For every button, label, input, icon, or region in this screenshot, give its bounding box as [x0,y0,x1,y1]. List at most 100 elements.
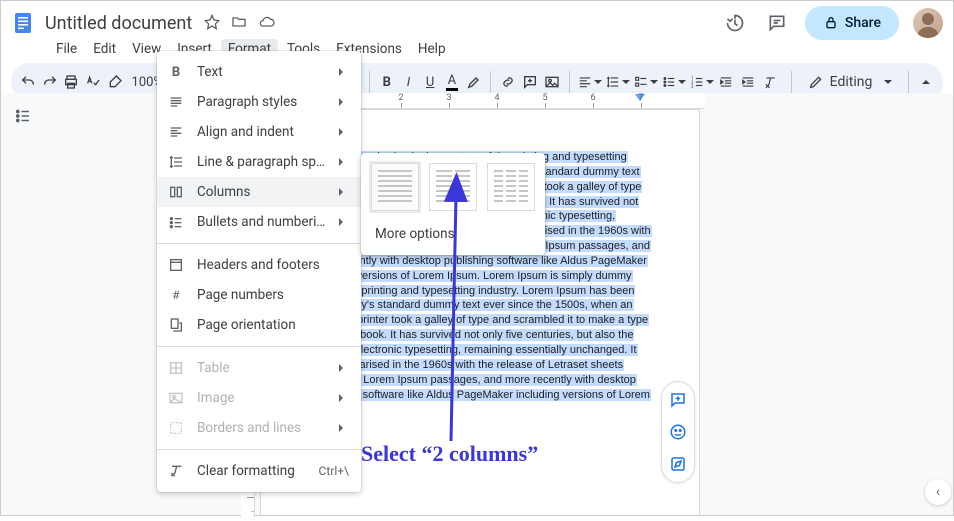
paragraph-icon [167,93,185,111]
menu-item-label: Page numbers [197,287,349,303]
insert-comment-button[interactable] [521,68,539,96]
menu-item-label: Align and indent [197,124,327,140]
format-menu-borders-and-lines: Borders and lines [157,413,361,443]
move-icon[interactable] [229,12,249,32]
columns-more-options[interactable]: More options [371,217,535,251]
menu-edit[interactable]: Edit [86,39,123,59]
menu-item-label: Image [197,390,327,406]
svg-text:3: 3 [691,84,694,89]
show-outline-button[interactable] [8,101,38,131]
chevron-up-icon [922,75,930,90]
collapse-toolbar-button[interactable] [917,68,935,96]
menu-item-label: Clear formatting [197,463,307,479]
columns-option-2[interactable] [429,163,477,211]
print-button[interactable] [62,68,80,96]
chevron-down-icon [884,74,892,90]
chevron-down-icon [594,75,602,90]
document-title[interactable]: Untitled document [45,13,192,34]
orientation-icon [167,316,185,334]
cloud-status-icon[interactable] [257,12,277,32]
comments-icon[interactable] [763,9,791,37]
insert-image-button[interactable] [543,68,561,96]
align-button[interactable] [578,68,602,96]
highlight-color-button[interactable] [465,68,483,96]
format-menu-columns[interactable]: Columns [157,177,361,207]
chevron-down-icon [678,75,686,90]
menu-item-label: Bullets and numbering [197,214,327,230]
decrease-indent-button[interactable] [718,68,736,96]
menu-item-label: Headers and footers [197,257,349,273]
format-menu: B Text Paragraph styles Align and indent Lin… [157,51,361,492]
add-comment-button[interactable] [666,388,690,412]
bold-button[interactable]: B [378,68,396,96]
menu-item-label: Columns [197,184,327,200]
paint-format-button[interactable] [106,68,124,96]
add-reaction-button[interactable] [666,420,690,444]
bold-icon: B [167,63,185,81]
numbered-list-button[interactable]: 123 [690,68,714,96]
format-menu-headers-and-footers[interactable]: Headers and footers [157,250,361,280]
mode-selector[interactable]: Editing [800,74,901,90]
toolbar-separator [908,71,909,93]
toolbar-separator [569,71,570,93]
format-menu-bullets-and-numbering[interactable]: Bullets and numbering [157,207,361,237]
inline-action-bar [661,381,695,483]
columns-option-3[interactable] [487,163,535,211]
columns-icon [167,183,185,201]
explore-button[interactable]: ‹ [925,479,951,505]
columns-more-options-label: More options [375,226,455,242]
chevron-right-icon [339,124,349,140]
chevron-right-icon [339,214,349,230]
share-button-label: Share [845,15,881,31]
format-menu-page-orientation[interactable]: Page orientation [157,310,361,340]
menu-shortcut: Ctrl+\ [319,464,349,478]
menu-file[interactable]: File [49,39,84,59]
chevron-right-icon [339,154,349,170]
chevron-down-icon [706,75,714,90]
toolbar-separator [369,71,370,93]
format-menu-line-paragraph-spacing[interactable]: Line & paragraph spacing [157,147,361,177]
linespacing-icon [167,153,185,171]
pagenum-icon: # [167,286,185,304]
columns-option-1[interactable] [371,163,419,211]
bulleted-list-button[interactable] [662,68,686,96]
spellcheck-button[interactable] [84,68,102,96]
format-menu-align-and-indent[interactable]: Align and indent [157,117,361,147]
menu-bar: FileEditViewInsertFormatToolsExtensionsH… [1,39,953,63]
borders-icon [167,419,185,437]
chevron-right-icon [339,94,349,110]
format-menu-table: Table [157,353,361,383]
insert-link-button[interactable] [499,68,517,96]
menu-item-label: Table [197,360,327,376]
suggest-edits-button[interactable] [666,452,690,476]
text-color-button[interactable]: A [443,68,461,96]
format-menu-paragraph-styles[interactable]: Paragraph styles [157,87,361,117]
docs-logo[interactable] [9,9,37,37]
redo-button[interactable] [41,68,59,96]
increase-indent-button[interactable] [739,68,757,96]
checklist-button[interactable] [634,68,658,96]
format-menu-page-numbers[interactable]: # Page numbers [157,280,361,310]
menu-item-label: Text [197,64,327,80]
menu-separator [157,243,361,244]
format-menu-clear-formatting[interactable]: Clear formatting Ctrl+\ [157,456,361,486]
share-button[interactable]: Share [805,6,899,40]
menu-separator [157,449,361,450]
account-avatar[interactable] [913,8,943,38]
italic-button[interactable]: I [400,68,418,96]
history-icon[interactable] [721,9,749,37]
undo-button[interactable] [19,68,37,96]
menu-item-label: Page orientation [197,317,349,333]
format-menu-text[interactable]: B Text [157,57,361,87]
toolbar-separator [791,71,792,93]
line-spacing-button[interactable] [606,68,630,96]
menu-separator [157,346,361,347]
star-icon[interactable] [202,12,222,32]
menu-item-label: Paragraph styles [197,94,327,110]
chevron-right-icon [339,360,349,376]
image-icon [167,389,185,407]
chevron-right-icon [339,390,349,406]
menu-help[interactable]: Help [411,39,453,59]
underline-button[interactable]: U [421,68,439,96]
clear-format-button[interactable] [761,68,779,96]
